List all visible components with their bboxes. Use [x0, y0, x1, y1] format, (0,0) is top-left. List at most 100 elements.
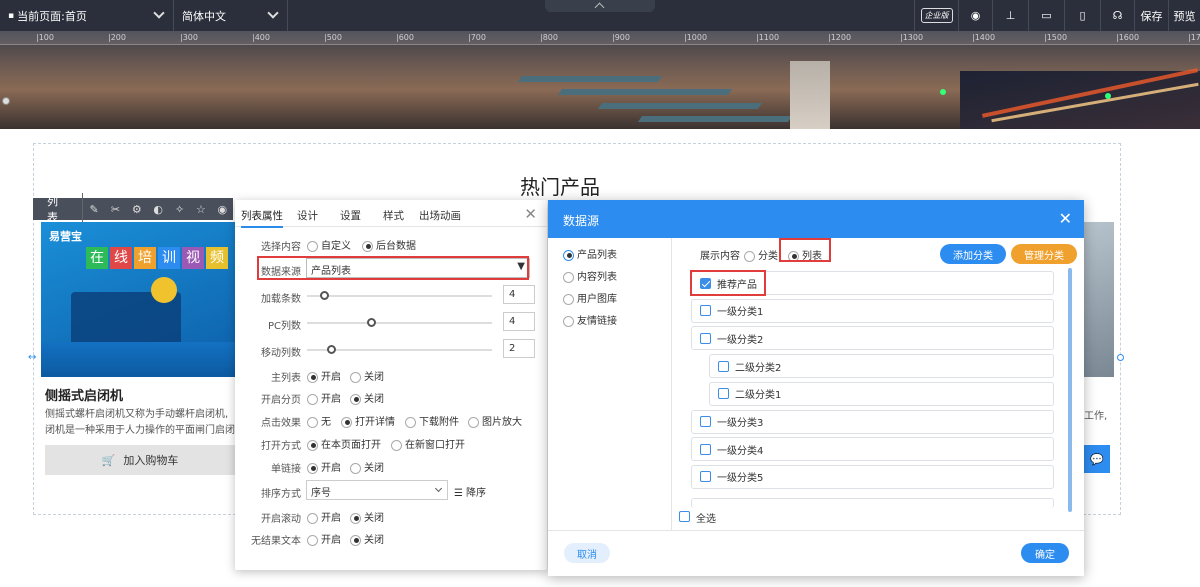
radio-icon — [563, 249, 574, 261]
checkbox-icon[interactable] — [718, 388, 729, 400]
product-image[interactable]: 易营宝 在线培训视频 — [41, 222, 236, 377]
click-download[interactable]: 下载附件 — [405, 413, 459, 428]
radio-icon — [405, 416, 416, 428]
ruler: |100 |200 |300 |400 |500 |600 |700 |800 |900 |100… — [0, 31, 1200, 45]
close-icon[interactable]: ✕ — [524, 205, 537, 223]
source-links[interactable]: 友情链接 — [563, 312, 617, 327]
display-category[interactable]: 分类 — [744, 247, 778, 262]
chat-button[interactable]: 💬 — [1084, 445, 1110, 473]
preview-button[interactable]: 预览 — [1168, 0, 1200, 31]
no-result-off[interactable]: 关闭 — [350, 531, 384, 546]
magic-icon[interactable]: ✧ — [169, 203, 190, 216]
checkbox-icon[interactable] — [700, 416, 711, 427]
category-row[interactable]: 一级分类5 — [691, 464, 1054, 489]
category-row[interactable]: 一级分类3 — [691, 409, 1054, 434]
source-content[interactable]: 内容列表 — [563, 268, 617, 283]
sort-select[interactable]: 序号 — [306, 480, 448, 500]
category-row[interactable]: 二级分类2 — [709, 354, 1054, 379]
source-gallery[interactable]: 用户图库 — [563, 290, 617, 305]
category-row[interactable]: 二级分类1 — [709, 381, 1054, 406]
mobile-cols-slider[interactable] — [307, 345, 492, 354]
traffic-light — [940, 89, 946, 95]
confirm-button[interactable]: 确定 — [1021, 543, 1069, 563]
add-to-cart-button[interactable]: 🛒 加入购物车 — [45, 445, 235, 475]
page-select[interactable]: ▪ 当前页面:首页 — [0, 0, 174, 31]
tab-design[interactable]: 设计 — [297, 208, 318, 223]
layout-icon[interactable]: ⊥ — [992, 0, 1028, 31]
manage-category-button[interactable]: 管理分类 — [1011, 244, 1077, 264]
add-category-button[interactable]: 添加分类 — [940, 244, 1006, 264]
scroll-on[interactable]: 开启 — [307, 509, 341, 524]
star-icon[interactable]: ☆ — [190, 203, 211, 216]
load-count-slider[interactable] — [307, 291, 492, 300]
sort-desc-icon: ☰ — [454, 488, 463, 499]
cancel-button[interactable]: 取消 — [564, 543, 610, 563]
scroll-off[interactable]: 关闭 — [350, 509, 384, 524]
sort-order-toggle[interactable]: ☰ 降序 — [454, 484, 486, 499]
click-none[interactable]: 无 — [307, 413, 331, 428]
close-icon[interactable]: ✕ — [1059, 209, 1072, 228]
eye-icon[interactable]: ◉ — [212, 203, 233, 216]
tab-style[interactable]: 样式 — [383, 208, 404, 223]
gear-icon[interactable]: ⚙ — [126, 203, 147, 216]
collapse-toolbar-tab[interactable] — [545, 0, 655, 12]
tab-animation[interactable]: 出场动画 — [419, 208, 461, 223]
radio-backend[interactable]: 后台数据 — [362, 237, 416, 252]
tools-icon[interactable]: ✂ — [105, 203, 126, 216]
radio-custom[interactable]: 自定义 — [307, 237, 351, 252]
pc-cols-slider[interactable] — [307, 318, 492, 327]
mobile-cols-input[interactable]: 2 — [503, 339, 535, 358]
edition-badge[interactable]: 企业版 — [914, 0, 958, 31]
pc-cols-input[interactable]: 4 — [503, 312, 535, 331]
click-detail[interactable]: 打开详情 — [341, 413, 395, 428]
tab-settings[interactable]: 设置 — [340, 208, 361, 223]
radio-icon — [307, 240, 318, 252]
open-same[interactable]: 在本页面打开 — [307, 436, 381, 451]
mobile-icon[interactable]: ▯ — [1064, 0, 1100, 31]
palette-icon[interactable]: ◐ — [148, 203, 169, 216]
checkbox-icon[interactable] — [700, 471, 711, 483]
language-select[interactable]: 简体中文 — [174, 0, 288, 31]
checkbox-icon[interactable] — [700, 443, 711, 455]
checkbox-icon[interactable] — [700, 305, 711, 317]
paging-off[interactable]: 关闭 — [350, 390, 384, 405]
checkbox-icon[interactable] — [700, 332, 711, 344]
desktop-icon[interactable]: ▭ — [1028, 0, 1064, 31]
single-link-on[interactable]: 开启 — [307, 459, 341, 474]
bench-shape — [557, 89, 733, 95]
category-row[interactable]: 一级分类1 — [691, 298, 1054, 323]
category-row[interactable]: 一级分类4 — [691, 437, 1054, 462]
slider-knob[interactable] — [367, 318, 376, 327]
tab-list-properties[interactable]: 列表属性 — [241, 208, 283, 228]
product-image-partial[interactable] — [1084, 222, 1114, 377]
single-link-off[interactable]: 关闭 — [350, 459, 384, 474]
select-all[interactable]: 全选 — [679, 510, 716, 525]
logo-text: 易营宝 — [49, 230, 82, 243]
single-link-label: 单链接 — [271, 464, 301, 475]
radio-icon — [307, 534, 318, 546]
paging-on[interactable]: 开启 — [307, 390, 341, 405]
main-list-on[interactable]: 开启 — [307, 368, 341, 383]
ruler-tick: |600 — [396, 33, 414, 42]
load-count-input[interactable]: 4 — [503, 285, 535, 304]
resize-handle[interactable] — [1117, 354, 1124, 361]
source-product-label: 产品列表 — [577, 250, 617, 261]
edit-icon[interactable]: ✎ — [83, 203, 104, 216]
slider-knob[interactable] — [320, 291, 329, 300]
category-row[interactable]: 一级分类2 — [691, 326, 1054, 351]
handle-icon[interactable] — [2, 97, 10, 105]
support-icon[interactable]: ☊ — [1100, 0, 1134, 31]
open-new[interactable]: 在新窗口打开 — [391, 436, 465, 451]
source-product[interactable]: 产品列表 — [563, 246, 617, 261]
product-name[interactable]: 侧摇式启闭机 — [45, 385, 123, 404]
save-button[interactable]: 保存 — [1134, 0, 1168, 31]
no-result-on[interactable]: 开启 — [307, 531, 341, 546]
resize-handle-icon[interactable]: ↔ — [28, 352, 36, 363]
scrollbar[interactable] — [1068, 268, 1072, 512]
slider-knob[interactable] — [327, 345, 336, 354]
main-list-off[interactable]: 关闭 — [350, 368, 384, 383]
ruler-tick: |900 — [612, 33, 630, 42]
eye-icon[interactable]: ◉ — [958, 0, 992, 31]
checkbox-icon[interactable] — [718, 360, 729, 372]
click-zoom[interactable]: 图片放大 — [468, 413, 522, 428]
